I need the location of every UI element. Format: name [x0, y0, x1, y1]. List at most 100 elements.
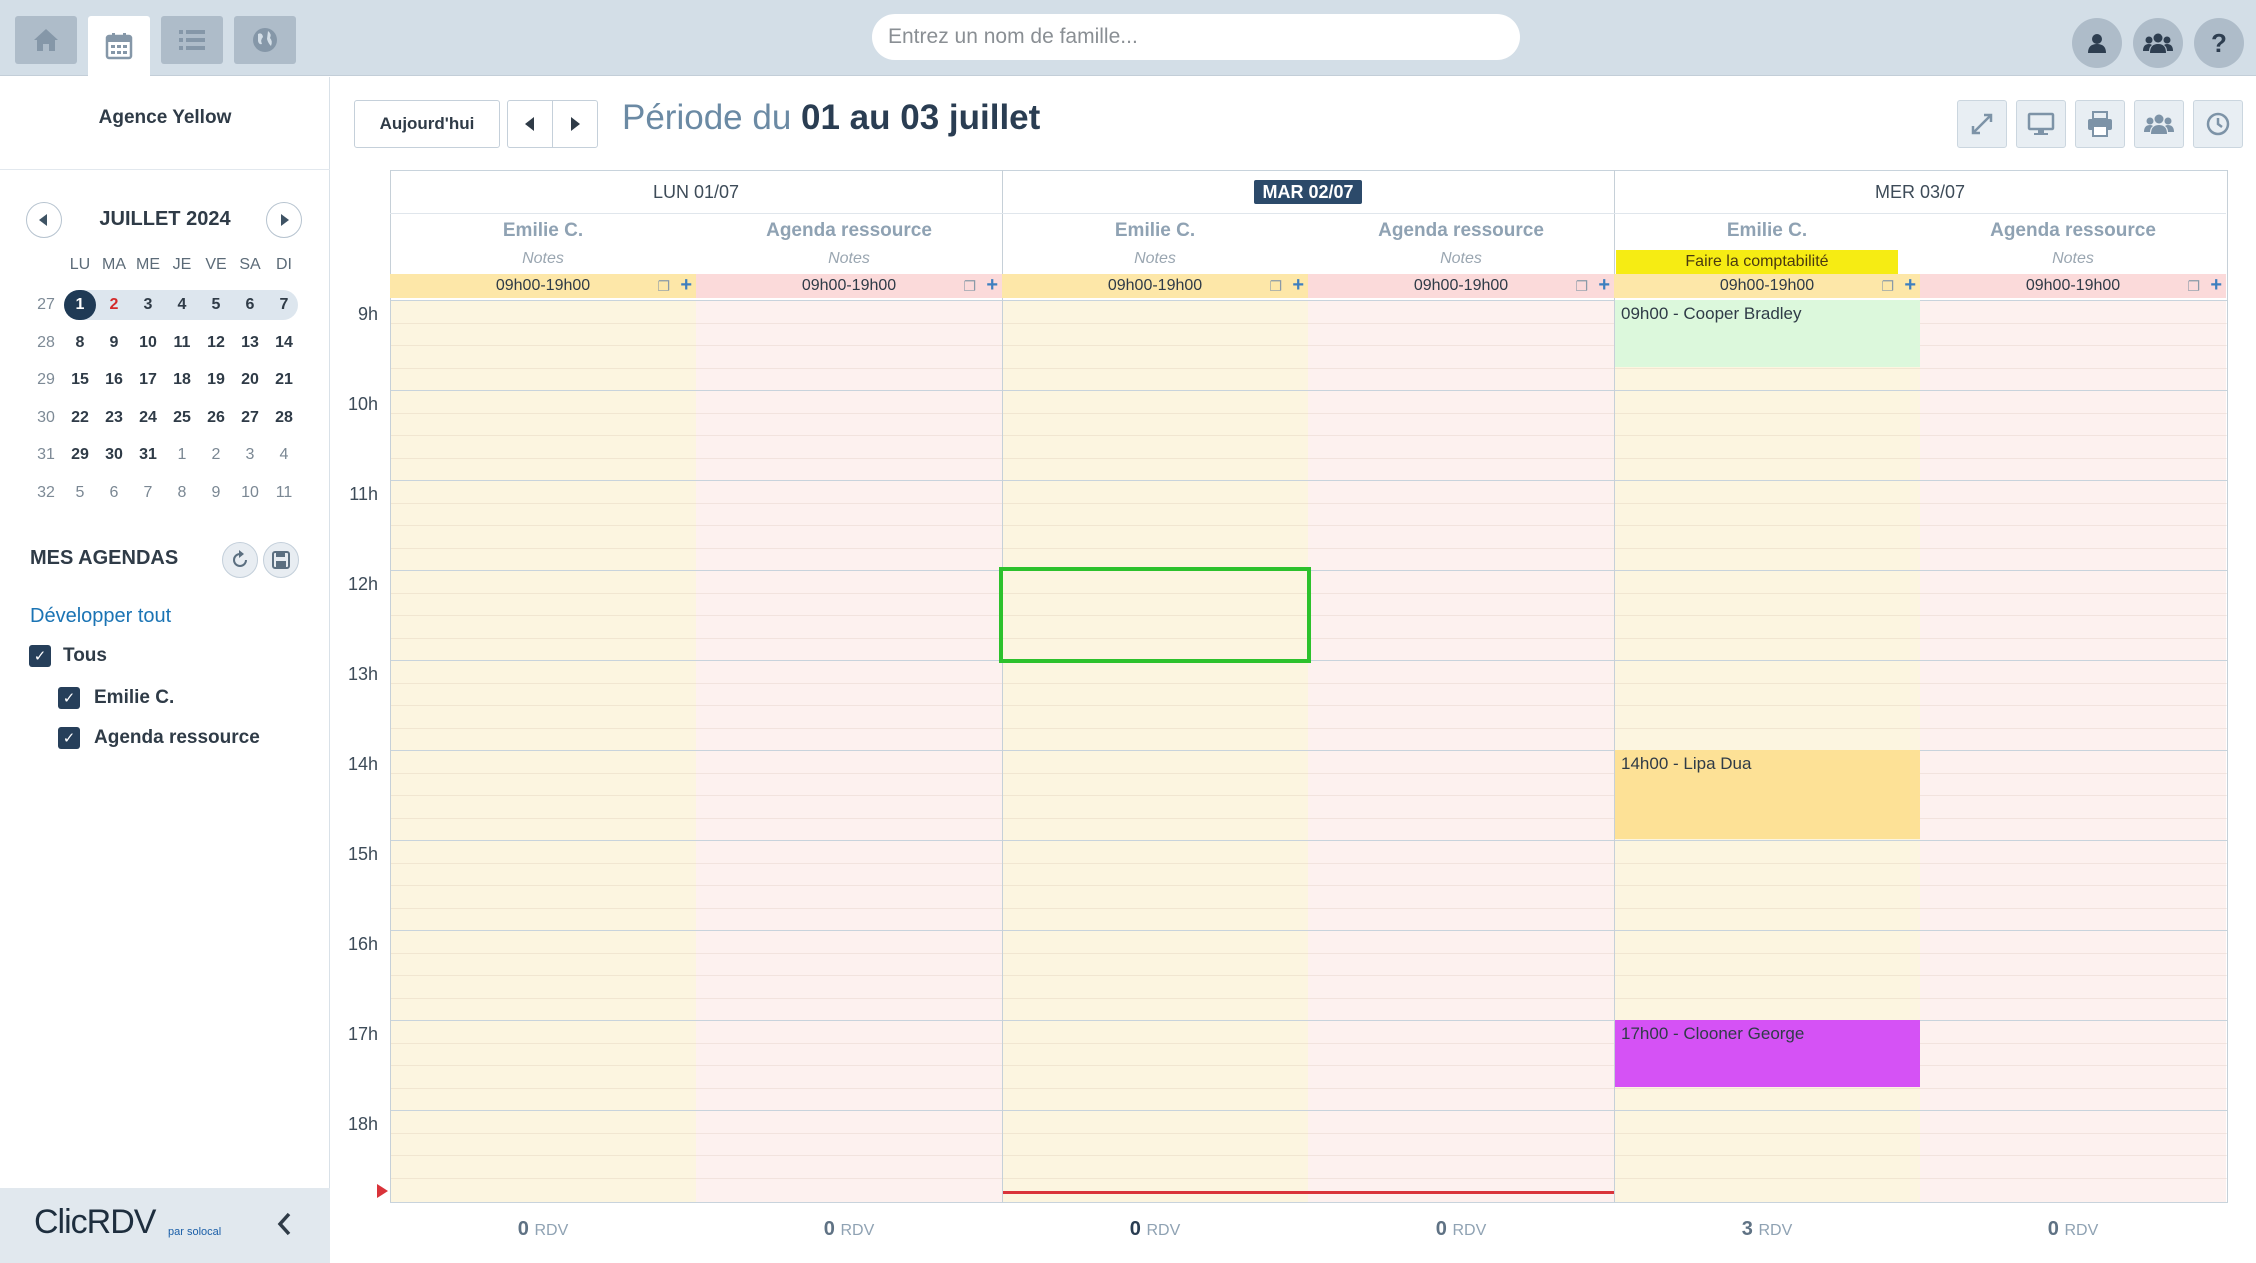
add-icon[interactable]: + — [1292, 273, 1304, 297]
selected-slot[interactable] — [999, 567, 1311, 663]
collapse-sidebar-button[interactable] — [276, 1211, 292, 1243]
add-icon[interactable]: + — [986, 273, 998, 297]
quarter-line — [390, 1042, 2228, 1044]
calendar-button[interactable] — [88, 16, 150, 76]
calendar-day[interactable]: 31 — [132, 440, 164, 470]
calendar-day[interactable]: 2 — [98, 290, 130, 320]
calendar-day[interactable]: 23 — [98, 403, 130, 433]
calendar-day[interactable]: 16 — [98, 365, 130, 395]
calendar-day[interactable]: 9 — [200, 478, 232, 508]
save-button[interactable] — [263, 542, 299, 578]
day-header[interactable]: MAR 02/07 — [1002, 170, 1614, 214]
calendar-day[interactable]: 2 — [200, 440, 232, 470]
add-icon[interactable]: + — [2210, 273, 2222, 297]
copy-icon[interactable]: ❐ — [2187, 274, 2200, 298]
copy-icon[interactable]: ❐ — [1575, 274, 1588, 298]
calendar-day[interactable]: 7 — [132, 478, 164, 508]
calendar-day[interactable]: 3 — [234, 440, 266, 470]
calendar-day[interactable]: 15 — [64, 365, 96, 395]
group-button[interactable] — [2133, 18, 2183, 68]
home-button[interactable] — [15, 16, 77, 64]
calendar-day[interactable]: 4 — [268, 440, 300, 470]
calendar-day[interactable]: 13 — [234, 328, 266, 358]
agenda-name[interactable]: Emilie C. — [1002, 220, 1308, 250]
search-input[interactable] — [872, 14, 1520, 60]
calendar-day[interactable]: 26 — [200, 403, 232, 433]
list-button[interactable] — [161, 16, 223, 64]
calendar-day[interactable]: 7 — [268, 290, 300, 320]
calendar-day[interactable]: 1 — [64, 290, 96, 320]
add-icon[interactable]: + — [680, 273, 692, 297]
reset-button[interactable] — [222, 542, 258, 578]
calendar-day[interactable]: 11 — [166, 328, 198, 358]
notes-field[interactable]: Notes — [390, 250, 696, 272]
appointment[interactable]: 17h00 - Clooner George — [1615, 1020, 1920, 1087]
calendar-day[interactable]: 1 — [166, 440, 198, 470]
agenda-name[interactable]: Emilie C. — [1614, 220, 1920, 250]
calendar-day[interactable]: 8 — [64, 328, 96, 358]
next-period-button[interactable] — [552, 100, 598, 148]
display-button[interactable] — [2016, 100, 2066, 148]
calendar-day[interactable]: 21 — [268, 365, 300, 395]
fullscreen-button[interactable] — [1957, 100, 2007, 148]
expand-all-link[interactable]: Développer tout — [30, 605, 171, 628]
agenda-name[interactable]: Emilie C. — [390, 220, 696, 250]
copy-icon[interactable]: ❐ — [963, 274, 976, 298]
calendar-day[interactable]: 6 — [98, 478, 130, 508]
checkbox-tous[interactable]: ✓ — [29, 645, 51, 667]
add-icon[interactable]: + — [1598, 273, 1610, 297]
checkbox-emilie[interactable]: ✓ — [58, 687, 80, 709]
notes-field[interactable]: Notes — [1920, 250, 2226, 272]
agenda-name[interactable]: Agenda ressource — [1308, 220, 1614, 250]
today-button[interactable]: Aujourd'hui — [354, 100, 500, 148]
calendar-day[interactable]: 10 — [234, 478, 266, 508]
calendar-day[interactable]: 5 — [200, 290, 232, 320]
history-button[interactable] — [2193, 100, 2243, 148]
agenda-name[interactable]: Agenda ressource — [696, 220, 1002, 250]
calendar-day[interactable]: 11 — [268, 478, 300, 508]
task-note[interactable]: Faire la comptabilité — [1616, 250, 1898, 274]
calendar-day[interactable]: 8 — [166, 478, 198, 508]
prev-period-button[interactable] — [507, 100, 553, 148]
calendar-day[interactable]: 27 — [234, 403, 266, 433]
calendar-day[interactable]: 12 — [200, 328, 232, 358]
add-icon[interactable]: + — [1904, 273, 1916, 297]
agenda-name[interactable]: Agenda ressource — [1920, 220, 2226, 250]
appointment[interactable]: 09h00 - Cooper Bradley — [1615, 300, 1920, 367]
user-button[interactable] — [2072, 18, 2122, 68]
copy-icon[interactable]: ❐ — [657, 274, 670, 298]
calendar-day[interactable]: 10 — [132, 328, 164, 358]
print-button[interactable] — [2075, 100, 2125, 148]
calendar-day[interactable]: 24 — [132, 403, 164, 433]
calendar-day[interactable]: 25 — [166, 403, 198, 433]
appointment[interactable]: 14h00 - Lipa Dua — [1615, 750, 1920, 839]
calendar-day[interactable]: 6 — [234, 290, 266, 320]
prev-month-button[interactable] — [26, 202, 62, 238]
calendar-day[interactable]: 29 — [64, 440, 96, 470]
calendar-day[interactable]: 30 — [98, 440, 130, 470]
rdv-unit: RDV — [1452, 1222, 1487, 1239]
globe-button[interactable] — [234, 16, 296, 64]
calendar-day[interactable]: 9 — [98, 328, 130, 358]
calendar-day[interactable]: 3 — [132, 290, 164, 320]
next-month-button[interactable] — [266, 202, 302, 238]
copy-icon[interactable]: ❐ — [1881, 274, 1894, 298]
calendar-day[interactable]: 19 — [200, 365, 232, 395]
copy-icon[interactable]: ❐ — [1269, 274, 1282, 298]
help-button[interactable]: ? — [2194, 18, 2244, 68]
checkbox-agenda-ressource[interactable]: ✓ — [58, 727, 80, 749]
calendar-day[interactable]: 18 — [166, 365, 198, 395]
notes-field[interactable]: Notes — [1002, 250, 1308, 272]
calendar-day[interactable]: 22 — [64, 403, 96, 433]
day-header[interactable]: LUN 01/07 — [390, 170, 1002, 214]
calendar-day[interactable]: 4 — [166, 290, 198, 320]
day-header[interactable]: MER 03/07 — [1614, 170, 2226, 214]
calendar-day[interactable]: 17 — [132, 365, 164, 395]
notes-field[interactable]: Notes — [696, 250, 1002, 272]
calendar-day[interactable]: 20 — [234, 365, 266, 395]
calendar-day[interactable]: 14 — [268, 328, 300, 358]
calendar-day[interactable]: 5 — [64, 478, 96, 508]
notes-field[interactable]: Notes — [1308, 250, 1614, 272]
calendar-day[interactable]: 28 — [268, 403, 300, 433]
team-view-button[interactable] — [2134, 100, 2184, 148]
